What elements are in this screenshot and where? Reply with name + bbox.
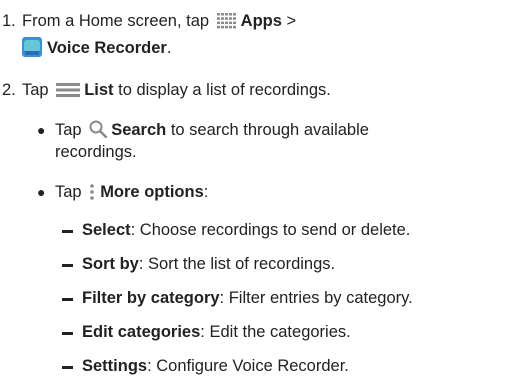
sub-item-filter-by-category: Filter by category: Filter entries by ca… — [0, 287, 505, 313]
sub-item-edit-categories: Edit categories: Edit the categories. — [0, 321, 505, 347]
dash-marker — [62, 298, 73, 301]
dash-marker — [62, 264, 73, 267]
sub-item-desc: : Sort the list of recordings. — [138, 255, 336, 273]
voice-recorder-app-icon — [22, 37, 42, 63]
bullet-search: ● Tap Search to search through available… — [0, 119, 505, 169]
sub-item-sort-by: Sort by: Sort the list of recordings. — [0, 253, 505, 279]
search-label: Search — [111, 121, 167, 139]
sub-item-term: Edit categories — [82, 323, 201, 341]
apps-label: Apps — [240, 12, 282, 30]
sub-item-select: Select: Choose recordings to send or del… — [0, 219, 505, 245]
sub-item-term: Filter by category — [82, 289, 220, 307]
more-options-label: More options — [100, 183, 204, 201]
sub-item-term: Sort by — [82, 255, 139, 273]
sub-item-desc: : Choose recordings to send or delete. — [130, 221, 411, 239]
bullet-suffix: : — [203, 183, 209, 201]
list-icon — [56, 82, 81, 104]
step-2: 2. Tap List to display a list of recordi… — [0, 79, 505, 105]
sub-item-desc: : Filter entries by category. — [219, 289, 413, 307]
bullet-more-options: ● Tap More options: — [0, 181, 505, 207]
dash-marker — [62, 332, 73, 335]
sub-item-term: Settings — [82, 357, 148, 375]
bullet-dot: ● — [37, 122, 46, 138]
step-number: 2. — [2, 81, 16, 99]
step-text: Tap — [22, 81, 54, 99]
bullet-text-rest: to search through available — [166, 121, 369, 139]
step-number: 1. — [2, 12, 16, 30]
list-label: List — [84, 81, 114, 99]
dash-marker — [62, 366, 73, 369]
voice-recorder-label: Voice Recorder — [47, 39, 167, 57]
bullet-dot: ● — [37, 184, 46, 200]
sub-item-term: Select — [82, 221, 131, 239]
bullet-text: Tap — [55, 121, 87, 139]
sub-item-settings: Settings: Configure Voice Recorder. — [0, 355, 505, 381]
apps-grid-icon — [216, 13, 237, 35]
step-text-rest: to display a list of recordings. — [113, 81, 331, 99]
sub-item-desc: : Configure Voice Recorder. — [147, 357, 349, 375]
dash-marker — [62, 230, 73, 233]
separator: > — [281, 12, 297, 30]
step-suffix: . — [166, 39, 172, 57]
bullet-text-cont: recordings. — [55, 143, 137, 161]
step-1: 1. From a Home screen, tap Apps > Voice … — [0, 10, 505, 60]
sub-item-desc: : Edit the categories. — [200, 323, 351, 341]
more-options-icon — [90, 184, 94, 206]
instructions-page: 1. From a Home screen, tap Apps > Voice … — [0, 0, 505, 384]
step-text: From a Home screen, tap — [22, 12, 214, 30]
bullet-text: Tap — [55, 183, 87, 201]
